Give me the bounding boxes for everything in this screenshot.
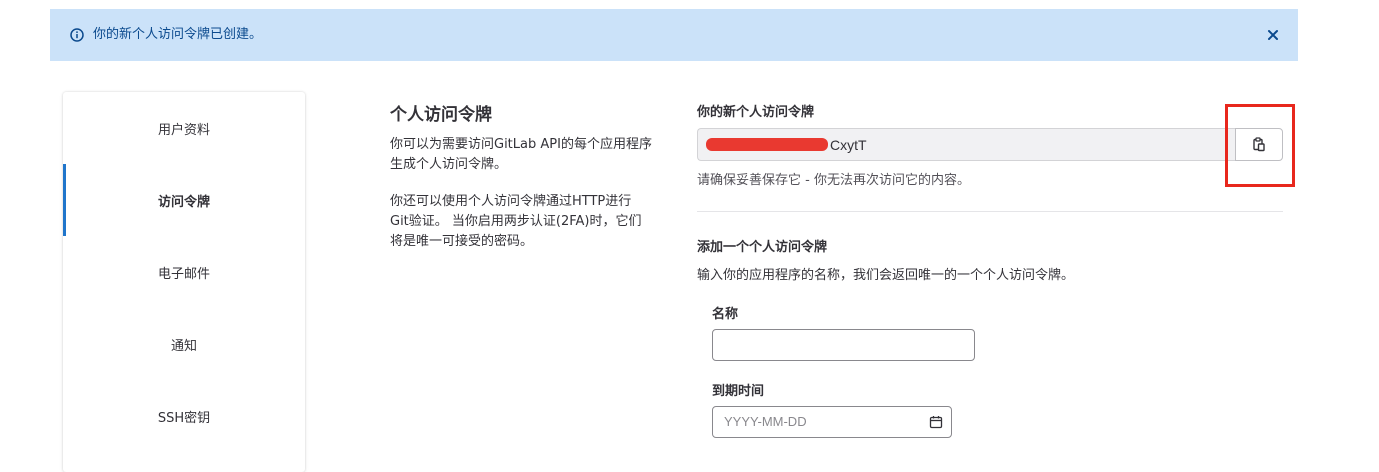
- new-token-field[interactable]: CxytT: [697, 128, 1235, 161]
- name-label: 名称: [712, 307, 739, 322]
- new-token-group: CxytT: [697, 128, 1283, 161]
- expiry-date-input[interactable]: YYYY-MM-DD: [712, 406, 952, 438]
- add-token-description: 输入你的应用程序的名称，我们会返回唯一的一个个人访问令牌。: [697, 268, 1075, 283]
- token-name-input[interactable]: [712, 329, 975, 361]
- intro-line: 生成个人访问令牌。: [390, 157, 508, 172]
- settings-sidebar: 用户资料 访问令牌 电子邮件 通知 SSH密钥: [63, 92, 305, 472]
- sidebar-item-notifications[interactable]: 通知: [63, 308, 305, 380]
- intro-paragraph-1: 你可以为需要访问GitLab API的每个应用程序 生成个人访问令牌。: [390, 135, 672, 175]
- sidebar-item-profile[interactable]: 用户资料: [63, 92, 305, 164]
- new-token-label: 你的新个人访问令牌: [697, 105, 815, 120]
- copy-button-highlight: [1225, 104, 1295, 187]
- sidebar-item-label: SSH密钥: [157, 410, 211, 426]
- sidebar-item-label: 访问令牌: [157, 194, 210, 210]
- page-title: 个人访问令牌: [390, 105, 492, 125]
- intro-line: 你还可以使用个人访问令牌通过HTTP进行: [390, 194, 632, 209]
- redaction-mark: [706, 138, 828, 151]
- sidebar-item-label: 电子邮件: [157, 266, 210, 282]
- info-circle-icon: [70, 28, 84, 42]
- sidebar-item-ssh-keys[interactable]: SSH密钥: [63, 380, 305, 452]
- intro-line: 将是唯一可接受的密码。: [390, 234, 534, 249]
- expiry-placeholder: YYYY-MM-DD: [724, 414, 807, 429]
- token-created-alert: 你的新个人访问令牌已创建。: [50, 9, 1298, 61]
- calendar-icon[interactable]: [929, 415, 943, 429]
- token-help-text: 请确保妥善保存它 - 你无法再次访问它的内容。: [697, 173, 970, 188]
- sidebar-item-access-tokens[interactable]: 访问令牌: [63, 164, 305, 236]
- close-icon[interactable]: [1266, 28, 1280, 42]
- expiry-label: 到期时间: [712, 384, 765, 399]
- token-visible-suffix: CxytT: [830, 137, 867, 153]
- alert-message: 你的新个人访问令牌已创建。: [93, 27, 263, 42]
- section-divider: [697, 211, 1283, 212]
- sidebar-item-emails[interactable]: 电子邮件: [63, 236, 305, 308]
- sidebar-item-label: 用户资料: [157, 122, 210, 138]
- intro-line: 你可以为需要访问GitLab API的每个应用程序: [390, 137, 652, 152]
- intro-paragraph-2: 你还可以使用个人访问令牌通过HTTP进行 Git验证。 当你启用两步认证(2FA…: [390, 192, 672, 252]
- add-token-title: 添加一个个人访问令牌: [697, 240, 828, 255]
- sidebar-item-label: 通知: [170, 338, 197, 354]
- intro-line: Git验证。 当你启用两步认证(2FA)时，它们: [390, 214, 642, 229]
